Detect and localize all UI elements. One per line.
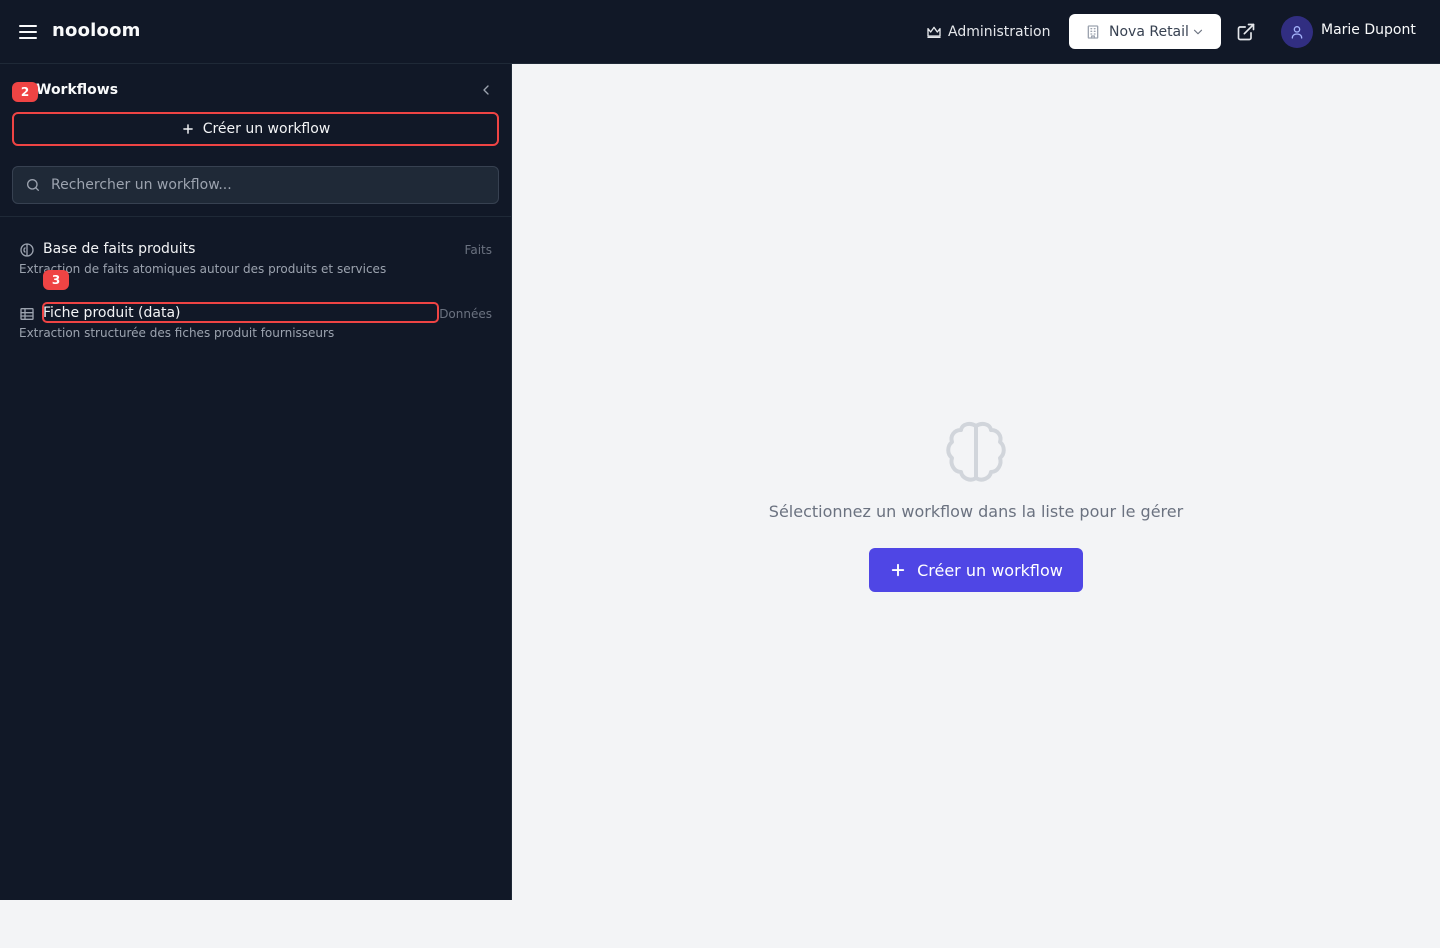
brain-icon [20, 243, 34, 257]
administration-label: Administration [948, 24, 1051, 40]
create-workflow-button[interactable]: Créer un workflow [12, 112, 499, 146]
chevron-left-icon [483, 85, 489, 95]
crown-icon [927, 26, 941, 38]
workflow-description: Extraction de faits atomiques autour des… [19, 262, 387, 276]
main-panel: Sélectionnez un workflow dans la liste p… [512, 64, 1440, 900]
external-link-icon [1237, 23, 1255, 41]
sidebar-title: Workflows [36, 82, 119, 98]
empty-state-message: Sélectionnez un workflow dans la liste p… [768, 502, 1184, 521]
search-icon [27, 179, 39, 191]
workflow-tag: Données [439, 307, 492, 321]
sidebar-divider [0, 216, 512, 217]
organization-label: Nova Retail [1109, 23, 1189, 40]
app-logo[interactable]: nooloom [52, 20, 141, 41]
workflow-name: Fiche produit (data) [43, 305, 181, 321]
hamburger-menu-icon[interactable] [14, 18, 42, 46]
organization-selector[interactable]: Nova Retail [1069, 14, 1221, 49]
search-input[interactable] [51, 177, 471, 193]
workflow-list-item[interactable]: Fiche produit (data) Données Extraction … [0, 302, 512, 354]
workflows-sidebar: Workflows 2 Créer un workflow Base de fa… [0, 64, 512, 900]
chevron-down-icon [1193, 29, 1203, 34]
workflow-description: Extraction structurée des fiches produit… [19, 326, 335, 340]
workflow-list-item[interactable]: Base de faits produits Faits Extraction … [0, 238, 512, 290]
user-avatar[interactable] [1281, 16, 1313, 48]
brain-icon [946, 421, 1006, 482]
table-icon [20, 308, 34, 320]
external-link-button[interactable] [1234, 20, 1258, 44]
workflow-name: Base de faits produits [43, 241, 196, 257]
administration-link[interactable]: Administration [926, 22, 1050, 42]
workflow-tag: Faits [464, 243, 492, 257]
top-header: nooloom Administration Nova Retail Marie… [0, 0, 1440, 64]
search-field[interactable] [12, 166, 499, 204]
user-icon [1291, 26, 1303, 39]
collapse-sidebar-button[interactable] [476, 80, 496, 100]
create-workflow-main-button[interactable]: Créer un workflow [869, 548, 1083, 592]
annotation-badge: 3 [43, 270, 69, 290]
annotation-badge: 2 [12, 82, 38, 102]
create-workflow-label: Créer un workflow [202, 121, 331, 137]
building-icon [1087, 24, 1099, 39]
create-workflow-main-label: Créer un workflow [917, 560, 1063, 580]
user-name[interactable]: Marie Dupont [1321, 22, 1416, 38]
plus-icon [182, 124, 193, 134]
plus-icon [891, 563, 905, 577]
